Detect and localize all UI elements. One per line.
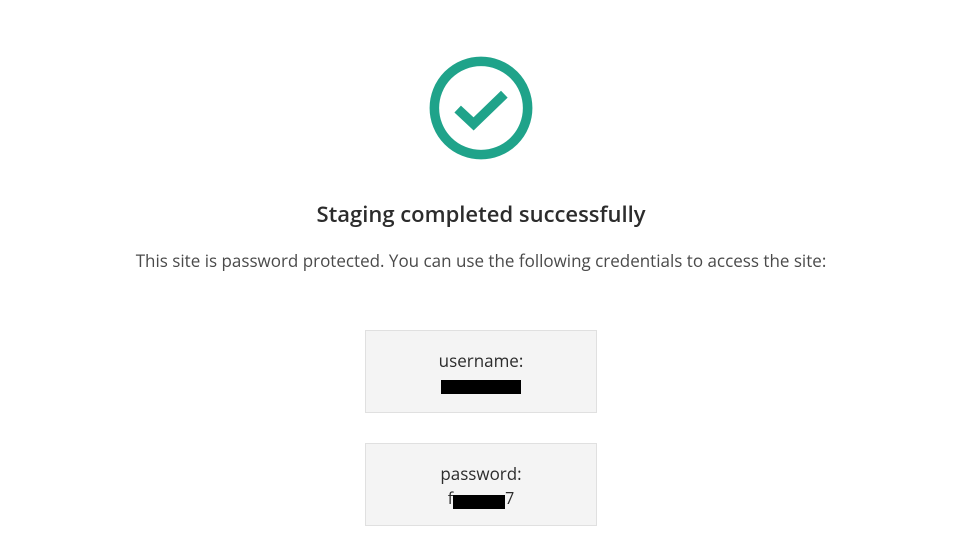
username-label: username: [376, 349, 586, 372]
page-title: Staging completed successfully [316, 199, 645, 229]
password-label: password: [376, 462, 586, 485]
username-value [441, 374, 521, 396]
redaction-bar [453, 495, 505, 509]
checkmark-circle-icon [428, 55, 534, 161]
redaction-bar [441, 380, 521, 394]
password-value: f7 [448, 487, 515, 509]
username-box: username: [365, 330, 597, 413]
password-box: password: f7 [365, 443, 597, 526]
page-subtext: This site is password protected. You can… [136, 249, 827, 272]
password-suffix: 7 [505, 487, 514, 509]
